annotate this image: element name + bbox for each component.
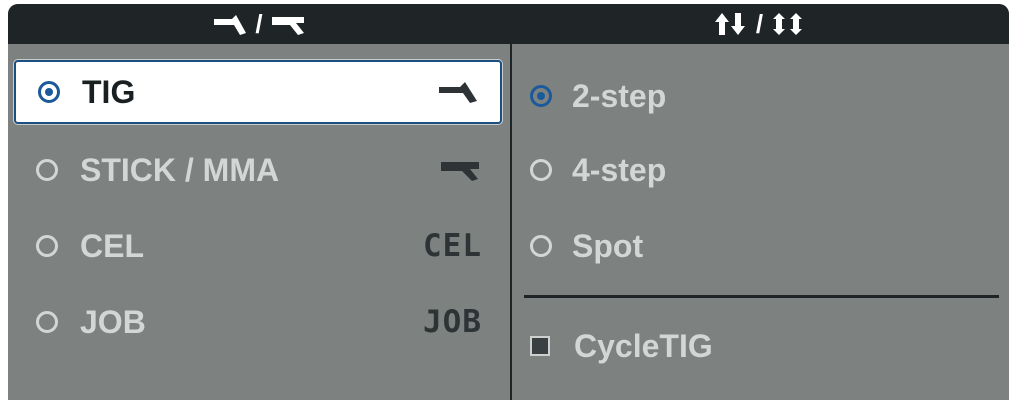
two-step-trigger-icon (714, 13, 745, 35)
tig-torch-icon (438, 80, 478, 104)
process-option-label: TIG (82, 73, 136, 110)
header-bar: / / (8, 4, 1009, 44)
trigger-option-2-step[interactable]: 2-step (528, 64, 998, 128)
process-option-label: STICK / MMA (80, 151, 280, 188)
process-option-job[interactable]: JOB JOB (14, 290, 502, 354)
process-option-stick-mma[interactable]: STICK / MMA (14, 138, 502, 202)
radio-unselected-icon[interactable] (36, 159, 58, 181)
process-option-label: JOB (80, 303, 146, 340)
process-option-cel[interactable]: CEL CEL (14, 214, 502, 278)
trigger-option-label: Spot (572, 227, 644, 264)
radio-selected-icon[interactable] (38, 81, 60, 103)
radio-unselected-icon[interactable] (36, 235, 58, 257)
stick-electrode-icon (440, 158, 480, 182)
stick-electrode-icon (271, 17, 304, 35)
tig-torch-icon (214, 15, 247, 35)
checkbox-icon[interactable] (530, 336, 550, 356)
radio-unselected-icon[interactable] (36, 311, 58, 333)
trigger-option-4-step[interactable]: 4-step (528, 138, 998, 202)
trigger-option-label: 4-step (572, 151, 667, 188)
section-divider (524, 295, 999, 298)
header-trigger-mode: / (510, 4, 1009, 44)
radio-unselected-icon[interactable] (530, 159, 552, 181)
four-step-trigger-icon (773, 13, 803, 35)
header-process-mode: / (8, 4, 510, 44)
header-separator: / (255, 8, 263, 39)
trigger-option-label: 2-step (572, 77, 667, 114)
cel-code-icon: CEL (423, 228, 482, 264)
welding-settings-screen: / / TIG STICK / MMA CEL CEL JOB JOB 2-st… (8, 4, 1009, 400)
header-separator: / (755, 8, 764, 39)
column-divider (510, 44, 512, 400)
job-code-icon: JOB (423, 304, 482, 340)
option-cycletig[interactable]: CycleTIG (528, 314, 998, 378)
radio-unselected-icon[interactable] (530, 235, 552, 257)
process-option-tig[interactable]: TIG (14, 60, 502, 124)
process-option-label: CEL (80, 227, 144, 264)
option-label: CycleTIG (574, 327, 713, 364)
trigger-option-spot[interactable]: Spot (528, 214, 998, 278)
radio-selected-icon[interactable] (530, 85, 552, 107)
